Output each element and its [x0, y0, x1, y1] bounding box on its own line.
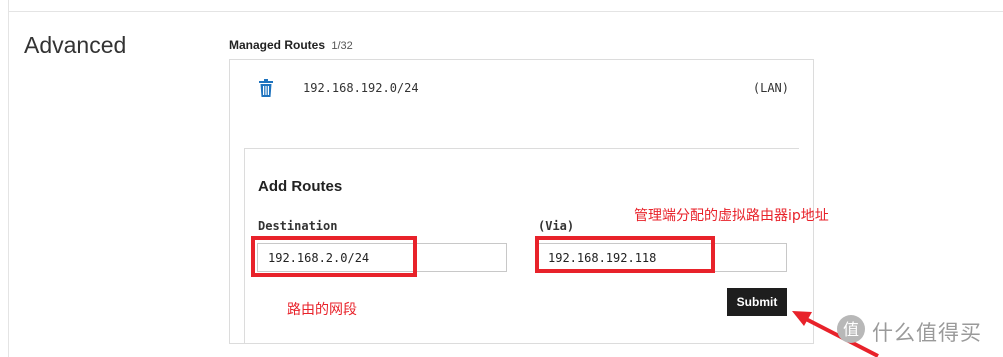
- route-tag: (LAN): [752, 81, 789, 95]
- submit-button[interactable]: Submit: [727, 288, 787, 316]
- watermark: 值 什么值得买: [836, 314, 1001, 346]
- page-canvas: Advanced Managed Routes 1/32 192.168.192…: [0, 0, 1003, 357]
- route-ip: 192.168.192.0/24: [303, 81, 419, 95]
- add-routes-border: [244, 148, 245, 344]
- via-input[interactable]: [537, 243, 787, 272]
- add-routes-title: Add Routes: [258, 178, 343, 195]
- destination-label: Destination: [258, 219, 338, 233]
- route-row: 192.168.192.0/24 (LAN): [259, 79, 789, 99]
- watermark-text: 什么值得买: [872, 321, 982, 345]
- via-annotation: 管理端分配的虚拟路由器ip地址: [634, 208, 829, 224]
- section-title: Advanced: [24, 32, 127, 58]
- smzdm-logo-icon: 值: [837, 315, 865, 343]
- svg-text:值: 值: [843, 320, 859, 339]
- trash-icon[interactable]: [259, 79, 273, 97]
- top-divider: [8, 11, 1003, 12]
- managed-routes-header: Managed Routes 1/32: [229, 38, 353, 52]
- destination-annotation: 路由的网段: [287, 302, 357, 318]
- left-divider: [8, 0, 9, 357]
- add-routes-divider: [244, 148, 799, 149]
- destination-input[interactable]: [257, 243, 507, 272]
- via-label: (Via): [538, 219, 575, 233]
- managed-routes-count: 1/32: [331, 40, 353, 52]
- managed-routes-label: Managed Routes: [229, 38, 326, 52]
